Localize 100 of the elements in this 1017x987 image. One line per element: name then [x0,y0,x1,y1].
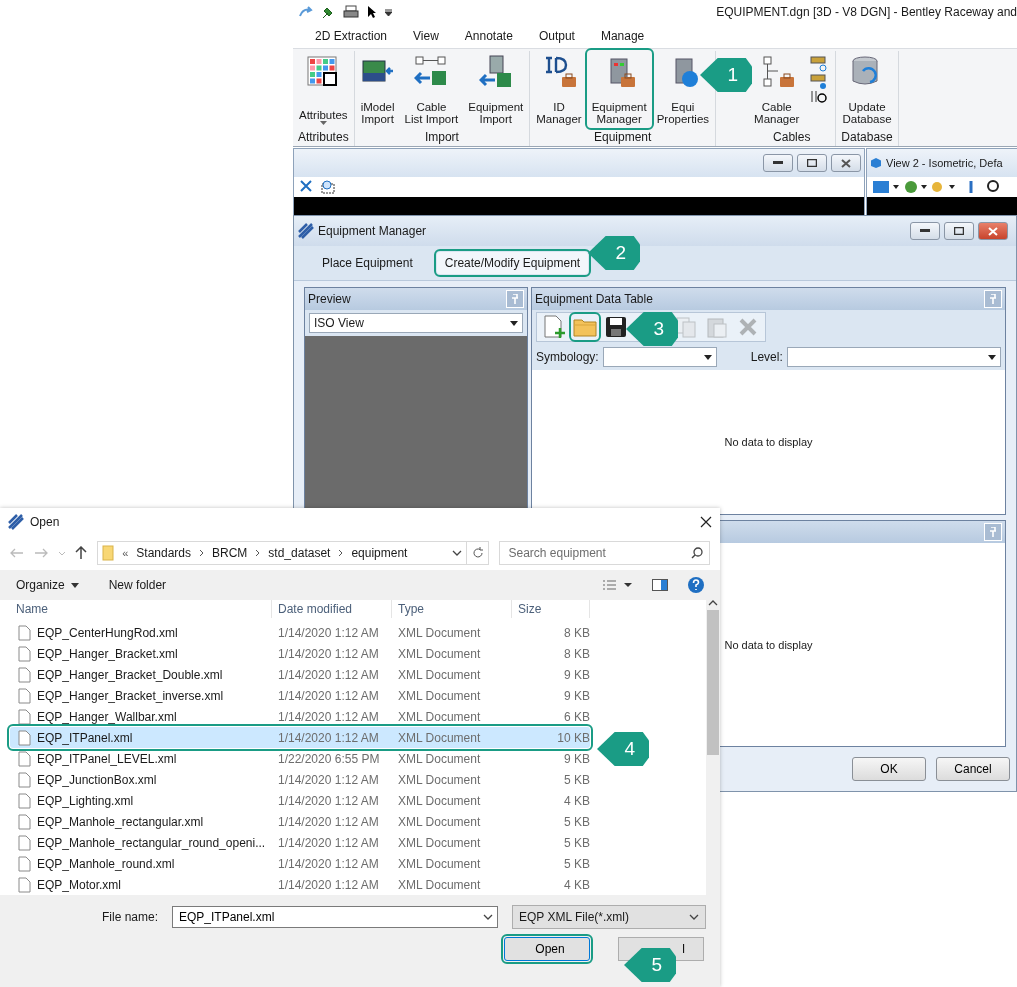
chevron-icon [451,550,462,556]
address-bar[interactable]: « Standards BRCM std_dataset equipment [97,541,467,565]
file-size: 9 KB [564,751,590,766]
file-row[interactable]: EQP_Hanger_Bracket.xml 1/14/2020 1:12 AM XML Document 8 KB [10,643,590,664]
file-row[interactable]: EQP_Manhole_round.xml 1/14/2020 1:12 AM XML Document 5 KB [10,853,590,874]
file-row[interactable]: EQP_Manhole_rectangular.xml 1/14/2020 1:12 AM XML Document 5 KB [10,811,590,832]
recent-caret-icon[interactable] [57,550,66,556]
file-row[interactable]: EQP_Manhole_rectangular_round_openi... 1/14/2020 1:12 AM XML Document 5 KB [10,832,590,853]
file-icon [18,855,31,872]
ribbon-button[interactable]: Equipment Manager [587,51,651,127]
file-row[interactable]: EQP_Hanger_Bracket_inverse.xml 1/14/2020 1:12 AM XML Document 9 KB [10,685,590,706]
forward-arrow-icon[interactable] [33,548,48,558]
file-date: 1/14/2020 1:12 AM [278,877,379,892]
maximize-button[interactable] [944,222,974,240]
minimize-icon [920,229,930,233]
ribbon-group-label: Database [840,129,894,146]
file-icon [18,645,31,662]
file-name: EQP_Motor.xml [37,877,122,892]
minimize-button[interactable] [910,222,940,240]
column-header[interactable]: Name [0,600,272,618]
file-name: EQP_Hanger_Bracket_inverse.xml [37,688,224,703]
close-button[interactable] [831,154,861,172]
file-type-select[interactable]: EQP XML File(*.xml) [512,905,706,929]
ribbon-button[interactable]: Attributes [295,51,352,127]
help-icon[interactable] [688,577,704,593]
open-button[interactable]: Open [504,937,590,961]
column-header[interactable]: Size [512,600,590,618]
close-button[interactable] [978,222,1008,240]
folder-icon [102,545,115,561]
minimize-button[interactable] [763,154,793,172]
tab[interactable]: Place Equipment [314,252,421,274]
file-size: 6 KB [564,709,590,724]
file-type: XML Document [398,625,481,640]
search-box[interactable]: Search equipment [499,541,711,565]
file-size: 8 KB [564,646,590,661]
file-row[interactable]: EQP_Hanger_Wallbar.xml 1/14/2020 1:12 AM XML Document 6 KB [10,706,590,727]
dialog-title: Open [30,515,60,529]
file-row[interactable]: EQP_JunctionBox.xml 1/14/2020 1:12 AM XML Document 5 KB [10,769,590,790]
pin-button[interactable] [984,290,1002,308]
empty-message: No data to display [724,638,813,651]
cancel-button[interactable]: Cancel [936,757,1010,781]
ribbon-button[interactable]: Update Database [838,51,896,127]
breadcrumb[interactable]: BRCM [212,546,248,560]
column-header[interactable]: Date modified [272,600,392,618]
file-date: 1/14/2020 1:12 AM [278,835,379,850]
file-name: EQP_Hanger_Bracket.xml [37,646,178,661]
refresh-button[interactable] [465,541,490,565]
breadcrumb[interactable]: equipment [351,546,408,560]
file-row[interactable]: EQP_Motor.xml 1/14/2020 1:12 AM XML Document 4 KB [10,874,590,895]
ribbon-tab[interactable]: Annotate [456,26,531,46]
tab[interactable]: Create/Modify Equipment [436,252,589,274]
pin-button[interactable] [506,290,524,308]
view-options-icon[interactable] [602,579,632,591]
refresh-icon [471,547,484,559]
ribbon-button[interactable]: iModel Import [356,51,399,127]
ribbon-button[interactable]: Equipment Import [464,51,528,127]
field-label: Level: [750,350,783,364]
maximize-button[interactable] [797,154,827,172]
file-row[interactable]: EQP_CenterHungRod.xml 1/14/2020 1:12 AM XML Document 8 KB [10,622,590,643]
up-arrow-icon[interactable] [75,546,88,560]
ribbon-tab[interactable]: 2D Extraction [307,26,406,46]
file-date: 1/14/2020 1:12 AM [278,772,379,787]
ribbon-tab[interactable]: Manage [592,26,663,46]
back-arrow-icon[interactable] [10,548,24,558]
breadcrumb[interactable]: Standards [136,546,191,560]
ribbon-button[interactable]: Cable Manager [750,51,804,127]
file-row[interactable]: EQP_Hanger_Bracket_Double.xml 1/14/2020 1:12 AM XML Document 9 KB [10,664,590,685]
file-row[interactable]: EQP_Lighting.xml 1/14/2020 1:12 AM XML Document 4 KB [10,790,590,811]
ribbon-button[interactable]: ID Manager [532,51,586,127]
view-select[interactable]: ISO View [309,313,523,333]
file-type: XML Document [398,751,481,766]
toolbar-button[interactable] [603,315,629,339]
level-select[interactable] [786,347,1001,367]
file-type: XML Document [398,814,481,829]
path-overflow[interactable]: « [122,547,129,559]
file-icon [18,729,31,746]
caret-icon [70,582,79,588]
maximize-icon [807,159,817,167]
ribbon-button[interactable]: Cable List Import [400,51,463,127]
column-header[interactable]: Type [392,600,512,618]
organize-menu[interactable]: Organize [16,578,79,592]
symbology-select[interactable] [602,347,717,367]
file-row[interactable]: EQP_ITPanel.xml 1/14/2020 1:12 AM XML Document 10 KB [10,727,590,748]
file-name-combo[interactable]: EQP_ITPanel.xml [172,906,498,928]
file-date: 1/14/2020 1:12 AM [278,814,379,829]
file-row[interactable]: EQP_ITPanel_LEVEL.xml 1/22/2020 6:55 PM XML Document 9 KB [10,748,590,769]
scrollbar[interactable] [706,600,720,895]
pin-button[interactable] [984,523,1002,541]
new-folder-button[interactable]: New folder [108,578,167,592]
close-icon[interactable] [700,516,712,528]
cursor-icon [367,5,377,19]
breadcrumb[interactable]: std_dataset [268,546,331,560]
ribbon-tab[interactable]: View [405,26,457,46]
preview-pane-icon[interactable] [652,579,668,591]
dropdown-caret-icon [988,354,996,360]
ok-button[interactable]: OK [852,757,926,781]
close-icon [841,158,851,168]
field-label: Symbology: [536,350,599,364]
ribbon-tab[interactable]: Output [530,26,593,46]
file-icon [18,876,31,893]
